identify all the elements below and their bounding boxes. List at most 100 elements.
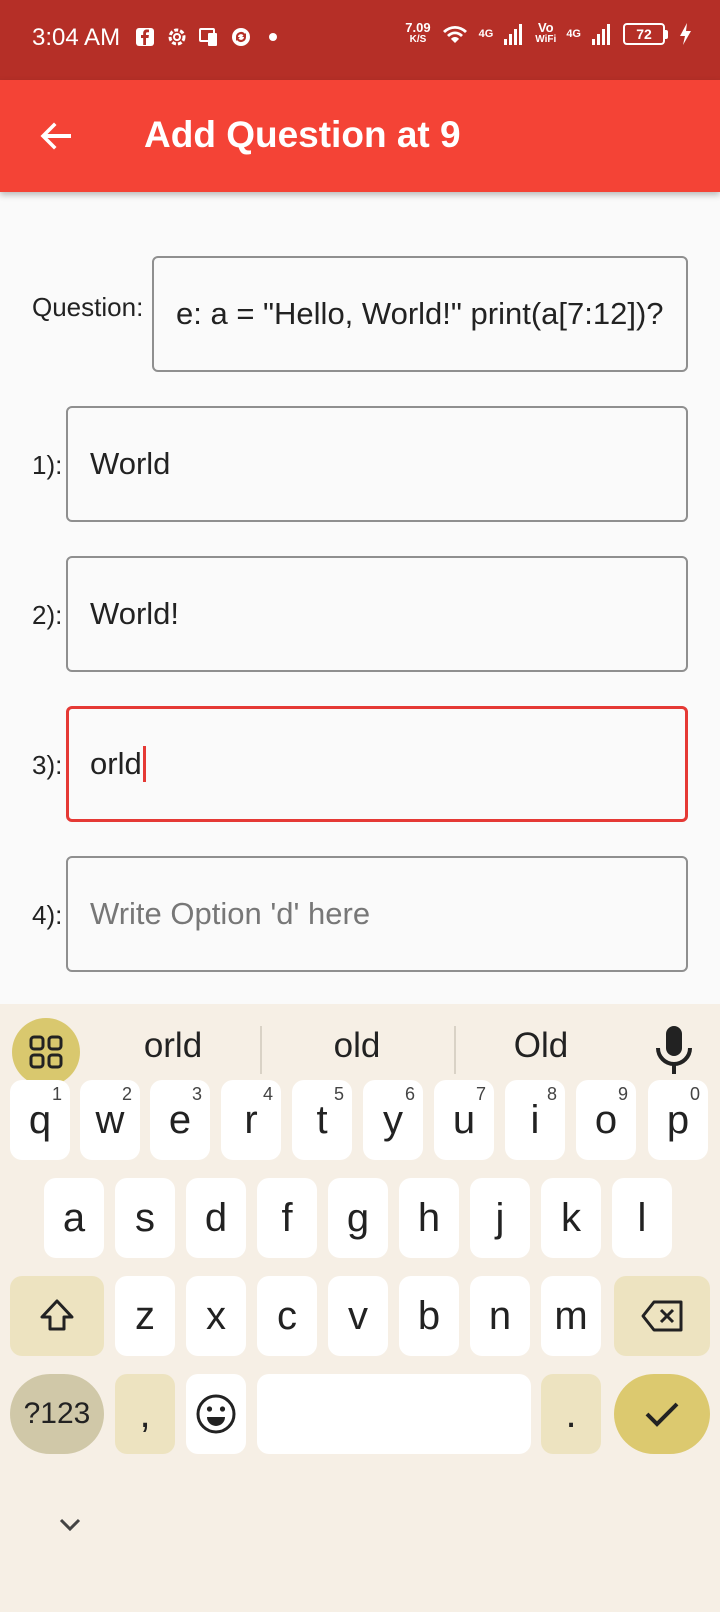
key-f[interactable]: f: [257, 1178, 317, 1258]
suggestion-1[interactable]: orld: [88, 1026, 258, 1066]
question-input[interactable]: e: a = "Hello, World!" print(a[7:12])?: [152, 256, 688, 372]
key-b[interactable]: b: [399, 1276, 459, 1356]
key-m[interactable]: m: [541, 1276, 601, 1356]
key-w[interactable]: w2: [80, 1080, 140, 1160]
checkmark-icon: [645, 1402, 679, 1427]
key-e-label: e: [168, 1097, 192, 1142]
key-o[interactable]: o9: [576, 1080, 636, 1160]
key-u-hint: 7: [475, 1084, 486, 1104]
key-p[interactable]: p0: [648, 1080, 708, 1160]
option-1-label: 1):: [32, 450, 63, 480]
question-label: Question:: [32, 292, 144, 322]
keyboard-apps-button[interactable]: [12, 1018, 80, 1086]
settings-gear-icon: [168, 28, 186, 46]
facebook-icon: [136, 28, 154, 46]
key-t[interactable]: t5: [292, 1080, 352, 1160]
network-speed: 7.09 K/S: [405, 21, 430, 46]
key-p-label: p: [666, 1097, 690, 1142]
key-y-label: y: [383, 1097, 403, 1142]
key-l[interactable]: l: [612, 1178, 672, 1258]
key-r[interactable]: r4: [221, 1080, 281, 1160]
period-key[interactable]: .: [541, 1374, 601, 1454]
status-bar: 3:04 AM 7.09 K/S 4G Vo WiFi 4G 72: [0, 0, 720, 80]
emoji-smiley-icon: [196, 1394, 236, 1434]
key-d[interactable]: d: [186, 1178, 246, 1258]
option-2-label: 2):: [32, 600, 63, 630]
key-q[interactable]: q1: [10, 1080, 70, 1160]
key-w-label: w: [95, 1097, 125, 1142]
key-w-hint: 2: [121, 1084, 132, 1104]
shift-key[interactable]: [10, 1276, 104, 1356]
key-n[interactable]: n: [470, 1276, 530, 1356]
option-3-value: orld: [90, 746, 142, 781]
battery-level: 72: [623, 23, 665, 45]
status-notification-icons: [134, 26, 284, 48]
key-k[interactable]: k: [541, 1178, 601, 1258]
grid-apps-icon: [29, 1035, 63, 1069]
space-bar[interactable]: [257, 1374, 531, 1454]
more-notifications-dot-icon: [269, 33, 277, 41]
status-time: 3:04 AM: [32, 24, 121, 51]
network-speed-unit: K/S: [409, 34, 427, 45]
key-u[interactable]: u7: [434, 1080, 494, 1160]
shift-arrow-icon: [40, 1299, 74, 1331]
option-3-label: 3):: [32, 750, 63, 780]
volte-label: Vo: [537, 20, 554, 35]
screen-mirror-icon: [199, 28, 217, 46]
mobile-network-type-2: 4G: [566, 28, 581, 40]
key-z[interactable]: z: [115, 1276, 175, 1356]
microphone-icon[interactable]: [652, 1024, 696, 1076]
key-r-hint: 4: [262, 1084, 273, 1104]
key-t-label: t: [316, 1097, 328, 1142]
key-t-hint: 5: [333, 1084, 344, 1104]
key-a[interactable]: a: [44, 1178, 104, 1258]
page-title: Add Question at 9: [144, 114, 461, 155]
option-1-input[interactable]: World: [66, 406, 688, 522]
option-4-input[interactable]: Write Option 'd' here: [66, 856, 688, 972]
key-u-label: u: [452, 1097, 476, 1142]
mobile-network-type-1: 4G: [478, 28, 494, 40]
key-i-label: i: [530, 1097, 540, 1142]
hide-keyboard-chevron-icon[interactable]: [56, 1512, 84, 1536]
question-input-value: e: a = "Hello, World!" print(a[7:12])?: [176, 296, 664, 331]
option-2-input[interactable]: World!: [66, 556, 688, 672]
option-4-placeholder: Write Option 'd' here: [90, 896, 371, 931]
key-r-label: r: [244, 1097, 258, 1142]
key-o-hint: 9: [617, 1084, 628, 1104]
key-s[interactable]: s: [115, 1178, 175, 1258]
key-p-hint: 0: [689, 1084, 700, 1104]
suggestion-2[interactable]: old: [272, 1026, 442, 1066]
key-i-hint: 8: [546, 1084, 557, 1104]
status-system-icons: 7.09 K/S 4G Vo WiFi 4G 72: [405, 20, 692, 46]
text-cursor: [142, 746, 146, 782]
key-j[interactable]: j: [470, 1178, 530, 1258]
enter-done-key[interactable]: [614, 1374, 710, 1454]
back-button[interactable]: [30, 110, 82, 162]
sync-app-icon: [232, 28, 250, 46]
key-e-hint: 3: [191, 1084, 202, 1104]
key-h[interactable]: h: [399, 1178, 459, 1258]
backspace-key[interactable]: [614, 1276, 710, 1356]
option-2-value: World!: [90, 596, 180, 631]
key-q-hint: 1: [51, 1084, 62, 1104]
signal-bars-2-icon: [592, 24, 610, 45]
key-c[interactable]: c: [257, 1276, 317, 1356]
volte-wifi-indicator: Vo WiFi: [535, 20, 557, 46]
key-q-label: q: [28, 1097, 52, 1142]
key-v[interactable]: v: [328, 1276, 388, 1356]
emoji-key[interactable]: [186, 1374, 246, 1454]
wifi-calling-label: WiFi: [535, 34, 557, 45]
key-x[interactable]: x: [186, 1276, 246, 1356]
option-1-value: World: [90, 446, 171, 481]
suggestion-3[interactable]: Old: [456, 1026, 626, 1066]
suggestion-divider: [260, 1026, 262, 1074]
option-3-input[interactable]: orld: [66, 706, 688, 822]
key-y[interactable]: y6: [363, 1080, 423, 1160]
comma-key[interactable]: ,: [115, 1374, 175, 1454]
key-i[interactable]: i8: [505, 1080, 565, 1160]
key-g[interactable]: g: [328, 1178, 388, 1258]
key-o-label: o: [594, 1097, 618, 1142]
wifi-icon: [442, 26, 467, 43]
symbols-key[interactable]: ?123: [10, 1374, 104, 1454]
key-e[interactable]: e3: [150, 1080, 210, 1160]
